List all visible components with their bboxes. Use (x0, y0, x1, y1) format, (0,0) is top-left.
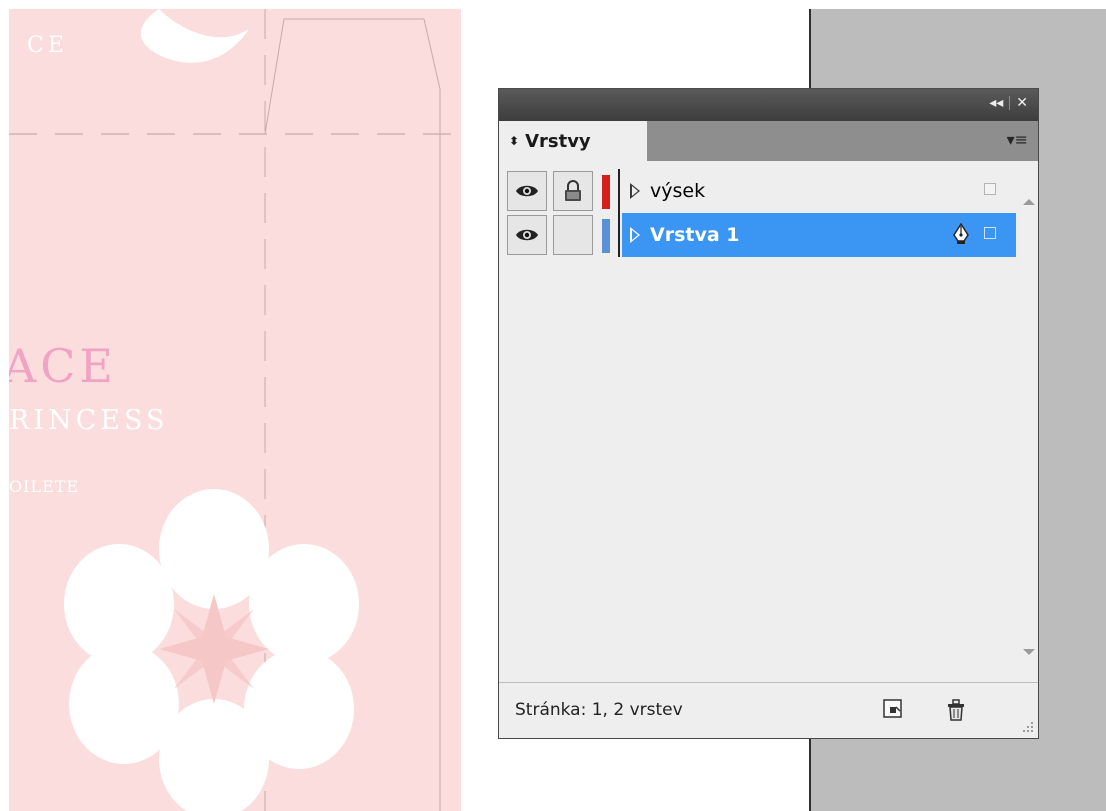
layers-list: výsek Vrstva 1 (507, 169, 1019, 679)
eye-icon (516, 185, 538, 197)
layer-color-strip (602, 219, 610, 253)
panel-tabstrip: ⬍ Vrstvy ▾≡ (499, 121, 1038, 161)
visibility-toggle[interactable] (507, 171, 547, 211)
panel-menu-icon[interactable]: ▾≡ (1007, 130, 1028, 149)
layer-name: výsek (650, 180, 706, 202)
layer-target-square[interactable] (984, 227, 996, 239)
lock-icon (565, 180, 581, 201)
layer-row[interactable]: Vrstva 1 (507, 213, 1019, 257)
brand-name: ACE (9, 339, 117, 393)
lock-toggle[interactable] (553, 171, 593, 211)
trash-icon[interactable] (945, 698, 967, 722)
layer-name-area[interactable]: Vrstva 1 (622, 213, 1016, 257)
eye-icon (516, 229, 538, 241)
expand-triangle-icon[interactable] (630, 183, 640, 199)
layer-row[interactable]: výsek (507, 169, 1019, 213)
collapse-panel-icon[interactable]: ◂◂ (989, 95, 1003, 111)
expand-triangle-icon[interactable] (630, 227, 640, 243)
tab-layers[interactable]: ⬍ Vrstvy (499, 121, 647, 161)
lock-toggle[interactable] (553, 215, 593, 255)
layer-name: Vrstva 1 (650, 224, 740, 246)
visibility-toggle[interactable] (507, 215, 547, 255)
close-panel-icon[interactable]: ✕ (1016, 95, 1028, 111)
layer-name-area[interactable]: výsek (622, 169, 1016, 213)
layers-panel: ◂◂ ✕ ⬍ Vrstvy ▾≡ výsek Vrstva 1 Stránka:… (498, 88, 1039, 739)
scroll-down-icon[interactable] (1023, 649, 1035, 655)
panel-footer: Stránka: 1, 2 vrstev (499, 682, 1038, 738)
layer-color-strip (602, 175, 610, 209)
brand-subtitle: RINCESS (9, 405, 169, 436)
new-layer-icon[interactable] (882, 698, 904, 720)
panel-titlebar[interactable]: ◂◂ ✕ (499, 89, 1038, 121)
brand-text-top: CE (27, 33, 68, 58)
footer-status: Stránka: 1, 2 vrstev (515, 700, 683, 720)
scroll-up-icon[interactable] (1023, 199, 1035, 205)
tab-collapse-arrows-icon: ⬍ (509, 134, 520, 148)
layers-scrollbar[interactable] (1021, 169, 1037, 679)
pen-icon (953, 223, 969, 244)
brand-type: OILETE (9, 477, 80, 496)
tab-label: Vrstvy (525, 130, 591, 152)
layer-target-square[interactable] (984, 183, 996, 195)
resize-grip-icon[interactable] (1020, 720, 1034, 734)
artwork-canvas: CE ACE RINCESS OILETE (9, 9, 461, 811)
